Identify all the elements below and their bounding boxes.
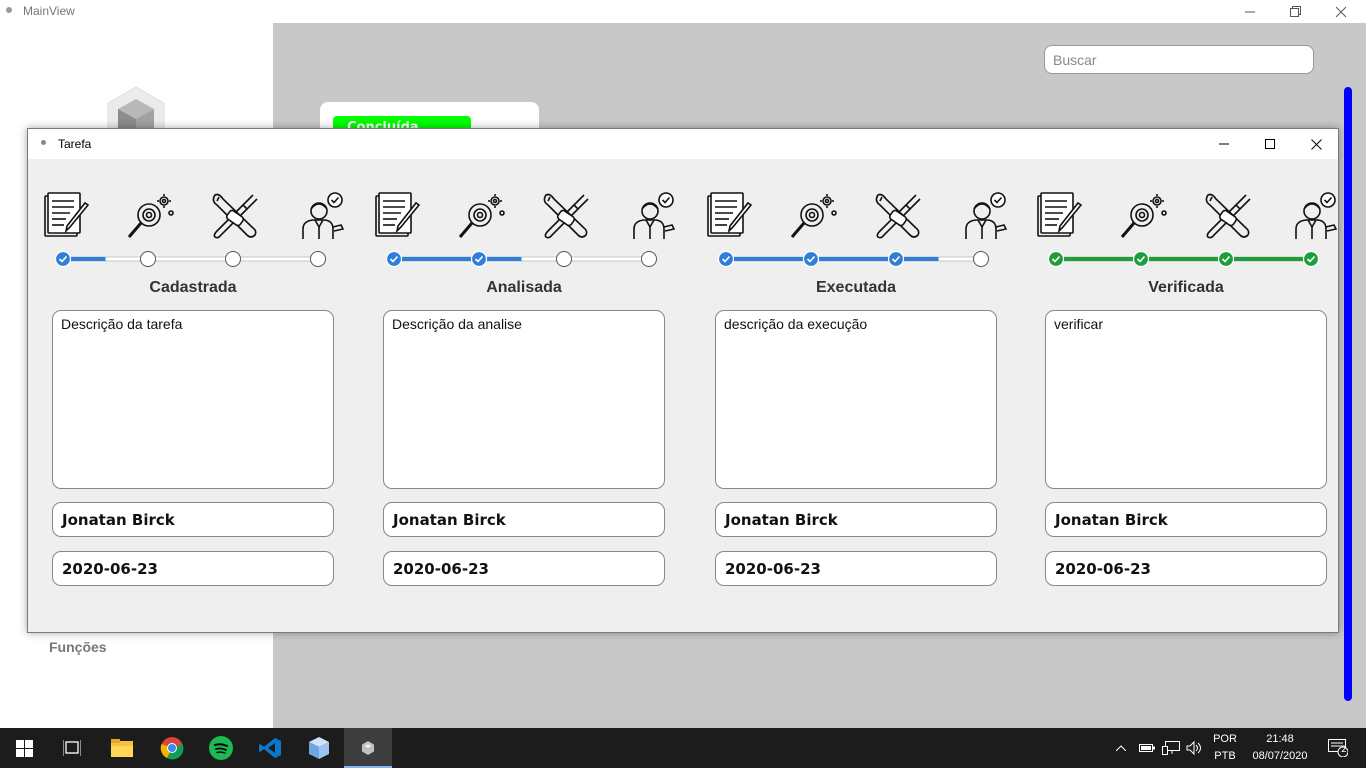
app-cube-icon <box>309 737 329 759</box>
date-field[interactable]: 2020-06-23 <box>715 551 997 586</box>
task-dialog: Tarefa Cadastrada Descrição da tarefa Jona… <box>27 128 1339 633</box>
close-icon <box>1335 6 1347 17</box>
main-titlebar: MainView <box>0 0 1366 23</box>
chrome-icon <box>160 737 184 760</box>
search-input[interactable] <box>1044 45 1314 74</box>
date-field[interactable]: 2020-06-23 <box>1045 551 1327 586</box>
restore-icon <box>1289 6 1301 17</box>
dialog-titlebar: Tarefa <box>28 129 1338 159</box>
step-progress <box>28 249 326 269</box>
date-field[interactable]: 2020-06-23 <box>383 551 665 586</box>
step-progress <box>359 249 657 269</box>
description-textarea[interactable]: descrição da execução <box>715 310 997 489</box>
file-explorer-button[interactable] <box>98 728 146 768</box>
verified-person-icon <box>960 191 1010 241</box>
windows-icon <box>15 739 33 757</box>
dialog-close-button[interactable] <box>1293 129 1339 159</box>
network-icon <box>1162 741 1180 755</box>
verified-person-icon <box>628 191 678 241</box>
notification-center-button[interactable]: 2 <box>1318 728 1358 768</box>
chrome-button[interactable] <box>148 728 196 768</box>
chevron-up-icon <box>1116 745 1126 751</box>
user-field[interactable]: Jonatan Birck <box>383 502 665 537</box>
network-button[interactable] <box>1159 728 1183 768</box>
analysis-gear-icon <box>1118 191 1168 241</box>
close-button[interactable] <box>1318 0 1364 23</box>
sidebar-item-funcoes[interactable]: Funções <box>49 639 107 655</box>
stage-column: Executada descrição da execução Jonatan Bi… <box>691 159 1008 633</box>
notification-count: 2 <box>1341 745 1347 755</box>
battery-icon <box>1139 744 1155 752</box>
volume-button[interactable] <box>1183 728 1207 768</box>
stage-title: Cadastrada <box>149 279 237 296</box>
date-field[interactable]: 2020-06-23 <box>52 551 334 586</box>
step-progress <box>691 249 989 269</box>
stage-column: Analisada Descrição da analise Jonatan Bir… <box>359 159 676 633</box>
analysis-gear-icon <box>456 191 506 241</box>
description-textarea[interactable]: Descrição da tarefa <box>52 310 334 489</box>
spotify-icon <box>209 736 233 760</box>
tools-icon <box>209 191 259 241</box>
battery-button[interactable] <box>1135 728 1159 768</box>
language-indicator[interactable]: POR <box>1212 733 1238 745</box>
stage-column: Verificada verificar Jonatan Birck 2020-06-… <box>1021 159 1338 633</box>
task-view-icon <box>63 740 81 756</box>
tools-icon <box>540 191 590 241</box>
vscode-button[interactable] <box>246 728 294 768</box>
dialog-maximize-button[interactable] <box>1247 129 1293 159</box>
task-view-button[interactable] <box>48 728 96 768</box>
analysis-gear-icon <box>788 191 838 241</box>
scrollbar[interactable] <box>1344 87 1352 701</box>
keyboard-layout[interactable]: PTB <box>1212 750 1238 762</box>
taskbar: POR PTB 21:48 08/07/2020 2 <box>0 728 1366 768</box>
step-icons-row <box>359 191 676 241</box>
maximize-icon <box>1265 139 1275 149</box>
user-field[interactable]: Jonatan Birck <box>52 502 334 537</box>
tools-icon <box>1202 191 1252 241</box>
dialog-title: Tarefa <box>58 137 92 151</box>
document-edit-icon <box>705 191 755 241</box>
clock-date[interactable]: 08/07/2020 <box>1245 750 1315 762</box>
step-icons-row <box>1021 191 1338 241</box>
dialog-minimize-button[interactable] <box>1201 129 1247 159</box>
minimize-icon <box>1245 11 1255 12</box>
analysis-gear-icon <box>125 191 175 241</box>
step-icons-row <box>691 191 1008 241</box>
cube-app-button[interactable] <box>295 728 343 768</box>
document-edit-icon <box>373 191 423 241</box>
minimize-icon <box>1219 143 1229 145</box>
stage-column: Cadastrada Descrição da tarefa Jonatan Bir… <box>28 159 345 633</box>
file-explorer-icon <box>111 739 133 757</box>
show-hidden-icons-button[interactable] <box>1110 728 1132 768</box>
close-icon <box>1310 138 1322 150</box>
clock-time[interactable]: 21:48 <box>1245 733 1315 745</box>
app-hex-icon <box>362 741 374 755</box>
dialog-app-icon <box>41 140 46 145</box>
step-icons-row <box>28 191 345 241</box>
start-button[interactable] <box>0 728 48 768</box>
description-textarea[interactable]: verificar <box>1045 310 1327 489</box>
volume-icon <box>1186 741 1201 755</box>
spotify-button[interactable] <box>197 728 245 768</box>
stage-title: Analisada <box>486 279 562 296</box>
restore-button[interactable] <box>1272 0 1318 23</box>
user-field[interactable]: Jonatan Birck <box>1045 502 1327 537</box>
step-progress <box>1021 249 1320 269</box>
document-edit-icon <box>1035 191 1085 241</box>
stage-title: Executada <box>815 279 897 296</box>
tools-icon <box>872 191 922 241</box>
minimize-button[interactable] <box>1227 0 1273 23</box>
hex-app-button[interactable] <box>344 728 392 768</box>
description-textarea[interactable]: Descrição da analise <box>383 310 665 489</box>
stage-title: Verificada <box>1148 279 1224 296</box>
verified-person-icon <box>1290 191 1340 241</box>
document-edit-icon <box>42 191 92 241</box>
verified-person-icon <box>297 191 347 241</box>
vscode-icon <box>259 738 281 758</box>
main-window-title: MainView <box>23 4 75 18</box>
user-field[interactable]: Jonatan Birck <box>715 502 997 537</box>
app-icon <box>6 7 12 13</box>
